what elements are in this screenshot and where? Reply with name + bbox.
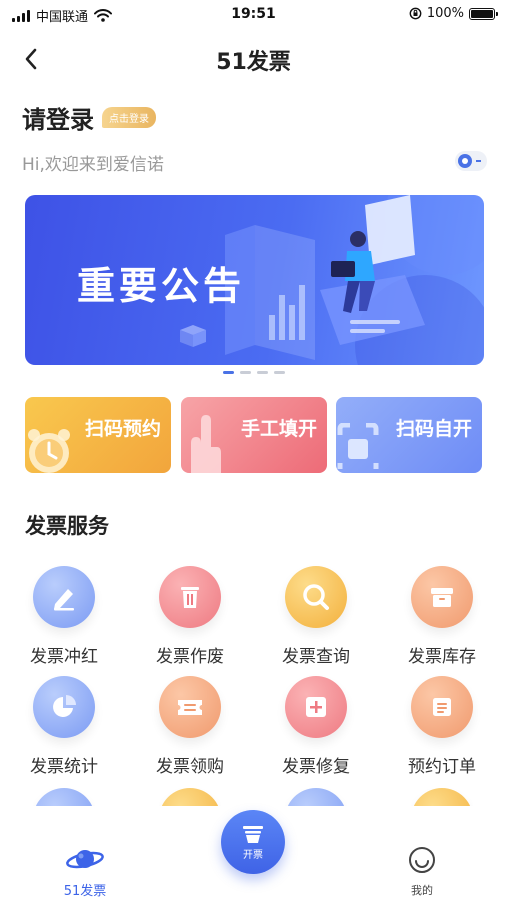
tab-home[interactable]: 51发票 bbox=[30, 846, 140, 899]
services-title: 发票服务 bbox=[25, 514, 109, 538]
planet-icon bbox=[66, 850, 104, 869]
manual-issue-label: 手工填开 bbox=[240, 418, 317, 440]
toggle-knob-icon bbox=[458, 154, 472, 168]
service-label: 发票库存 bbox=[408, 647, 476, 667]
login-badge[interactable]: 点击登录 bbox=[102, 107, 156, 128]
orientation-lock-icon bbox=[409, 7, 422, 20]
pencil-icon bbox=[33, 566, 95, 628]
storage-box-icon bbox=[411, 566, 473, 628]
battery-percent: 100% bbox=[426, 6, 464, 21]
invoice-purchase-button[interactable]: 发票领购 bbox=[135, 676, 245, 777]
invoice-query-button[interactable]: 发票查询 bbox=[261, 566, 371, 667]
hand-pointer-icon bbox=[191, 415, 221, 473]
pie-chart-icon bbox=[33, 676, 95, 738]
carousel-dot[interactable] bbox=[273, 371, 285, 374]
battery-icon bbox=[469, 7, 498, 20]
smiley-icon bbox=[409, 847, 435, 873]
ticket-icon bbox=[159, 676, 221, 738]
service-label: 发票修复 bbox=[282, 757, 350, 777]
plus-box-icon bbox=[285, 676, 347, 738]
tab-mine[interactable]: 我的 bbox=[367, 846, 477, 898]
welcome-text: Hi,欢迎来到爱信诺 bbox=[22, 155, 164, 175]
account-switch-toggle[interactable] bbox=[455, 151, 487, 171]
banner-title: 重要公告 bbox=[77, 263, 246, 308]
alarm-clock-icon bbox=[28, 429, 70, 473]
invoice-void-button[interactable]: 发票作废 bbox=[135, 566, 245, 667]
search-icon bbox=[285, 566, 347, 628]
scan-frame-icon bbox=[337, 423, 379, 469]
announcement-banner[interactable]: 重要公告 bbox=[25, 195, 484, 365]
tab-home-label: 51发票 bbox=[63, 884, 107, 899]
carousel-dot[interactable] bbox=[256, 371, 268, 374]
service-label: 发票作废 bbox=[156, 647, 224, 667]
manual-issue-card[interactable]: 手工填开 bbox=[181, 397, 327, 473]
scan-reserve-label: 扫码预约 bbox=[84, 418, 161, 440]
issue-invoice-label: 开票 bbox=[243, 849, 263, 861]
login-title[interactable]: 请登录 bbox=[22, 100, 94, 135]
invoice-reverse-button[interactable]: 发票冲红 bbox=[9, 566, 119, 667]
service-label: 发票冲红 bbox=[30, 647, 98, 667]
service-label: 发票统计 bbox=[30, 757, 98, 777]
carousel-dot[interactable] bbox=[222, 371, 234, 374]
invoice-inventory-button[interactable]: 发票库存 bbox=[387, 566, 497, 667]
tab-bar: 51发票 开票 我的 bbox=[0, 806, 507, 900]
login-section: 请登录 点击登录 bbox=[22, 100, 156, 135]
service-label: 发票查询 bbox=[282, 647, 350, 667]
printer-icon bbox=[243, 825, 263, 843]
reservation-orders-button[interactable]: 预约订单 bbox=[387, 676, 497, 777]
service-label: 发票领购 bbox=[156, 757, 224, 777]
order-list-icon bbox=[411, 676, 473, 738]
status-right: 100% bbox=[409, 6, 498, 21]
issue-invoice-button[interactable]: 开票 bbox=[221, 810, 285, 874]
tab-mine-label: 我的 bbox=[411, 884, 433, 897]
nav-bar: 51发票 bbox=[0, 30, 507, 90]
invoice-statistics-button[interactable]: 发票统计 bbox=[9, 676, 119, 777]
scan-reserve-card[interactable]: 扫码预约 bbox=[25, 397, 171, 473]
page-title: 51发票 bbox=[216, 50, 291, 75]
invoice-repair-button[interactable]: 发票修复 bbox=[261, 676, 371, 777]
status-bar: 中国联通 19:51 100% bbox=[0, 0, 507, 30]
scan-self-issue-label: 扫码自开 bbox=[395, 418, 472, 440]
carousel-indicator[interactable] bbox=[0, 371, 507, 374]
trash-icon bbox=[159, 566, 221, 628]
service-label: 预约订单 bbox=[408, 757, 476, 777]
scan-self-issue-card[interactable]: 扫码自开 bbox=[336, 397, 482, 473]
carousel-dot[interactable] bbox=[239, 371, 251, 374]
